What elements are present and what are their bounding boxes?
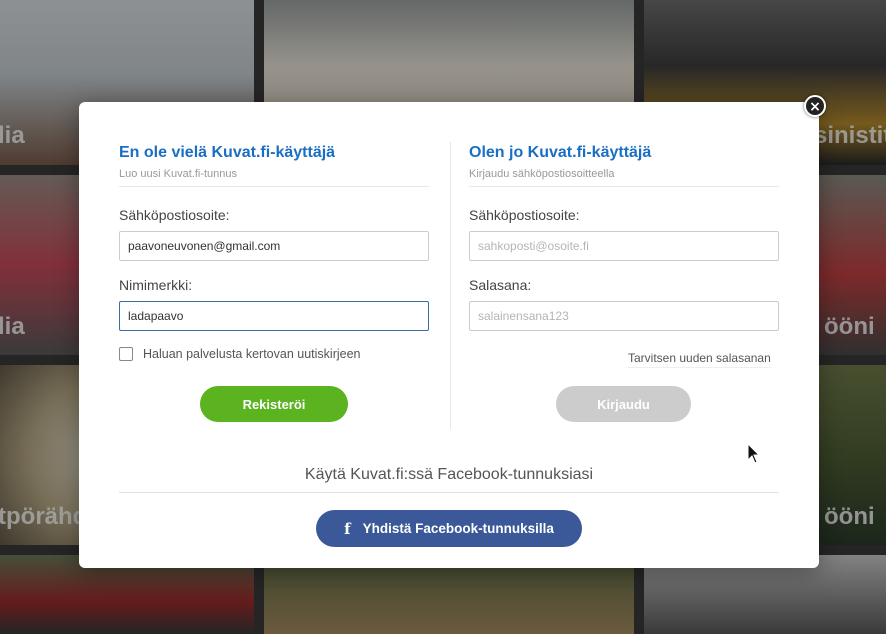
login-password-input[interactable] <box>469 301 779 331</box>
login-column: Olen jo Kuvat.fi-käyttäjä Kirjaudu sähkö… <box>469 144 779 331</box>
facebook-button-label: Yhdistä Facebook-tunnuksilla <box>362 521 554 536</box>
register-title: En ole vielä Kuvat.fi-käyttäjä <box>119 144 336 161</box>
mouse-cursor-icon <box>747 443 761 464</box>
facebook-heading: Käytä Kuvat.fi:ssä Facebook-tunnuksiasi <box>304 466 594 483</box>
register-email-input[interactable] <box>119 231 429 261</box>
register-column: En ole vielä Kuvat.fi-käyttäjä Luo uusi … <box>119 144 429 361</box>
login-register-modal: En ole vielä Kuvat.fi-käyttäjä Luo uusi … <box>79 102 819 568</box>
login-email-input[interactable] <box>469 231 779 261</box>
facebook-icon: f <box>344 519 351 538</box>
login-button[interactable]: Kirjaudu <box>556 386 691 422</box>
newsletter-label[interactable]: Haluan palvelusta kertovan uutiskirjeen <box>143 347 361 361</box>
register-nick-label: Nimimerkki: <box>119 277 193 293</box>
login-title: Olen jo Kuvat.fi-käyttäjä <box>469 144 652 161</box>
login-email-label: Sähköpostiosoite: <box>469 207 580 223</box>
register-nick-input[interactable] <box>119 301 429 331</box>
login-subtitle: Kirjaudu sähköpostiosoitteella <box>469 168 779 187</box>
facebook-connect-button[interactable]: f Yhdistä Facebook-tunnuksilla <box>316 510 582 547</box>
newsletter-row[interactable]: Haluan palvelusta kertovan uutiskirjeen <box>119 347 429 361</box>
facebook-divider <box>119 492 779 493</box>
forgot-password-link[interactable]: Tarvitsen uuden salasanan <box>628 351 771 368</box>
column-divider <box>450 142 451 429</box>
register-subtitle: Luo uusi Kuvat.fi-tunnus <box>119 168 429 187</box>
newsletter-checkbox[interactable] <box>119 347 133 361</box>
register-button[interactable]: Rekisteröi <box>200 386 348 422</box>
login-password-label: Salasana: <box>469 277 532 293</box>
register-email-label: Sähköpostiosoite: <box>119 207 230 223</box>
close-icon[interactable]: × <box>804 95 826 117</box>
